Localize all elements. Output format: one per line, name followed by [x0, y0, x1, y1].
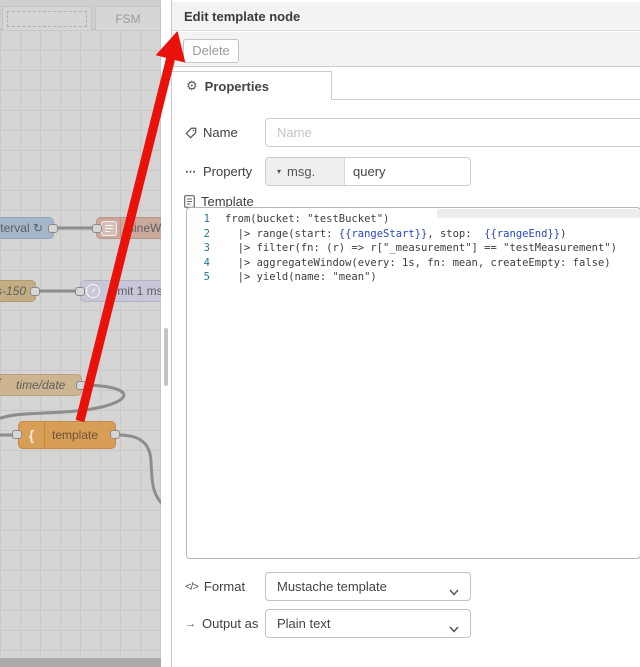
tab-properties[interactable]: ⚙ Properties	[172, 71, 332, 100]
flow-canvas: FSM interval ↻ sineWave s-150 limit 1 ms…	[0, 0, 161, 667]
code-lines: 1 from(bucket: "testBucket") 2 |> range(st…	[187, 212, 640, 285]
code-line: 3 |> filter(fn: (r) => r["_measurement"]…	[203, 242, 617, 255]
typed-input-type-button[interactable]: ▾ msg.	[266, 158, 345, 185]
chevron-down-icon	[449, 584, 459, 599]
delete-button[interactable]: Delete	[183, 39, 239, 63]
code-line: 1 from(bucket: "testBucket")	[203, 213, 390, 225]
node-port[interactable]	[92, 224, 102, 233]
arrow-right-icon: →	[185, 617, 196, 630]
edit-panel: Edit template node Delete ⚙ Properties N…	[171, 0, 640, 667]
function-icon: f	[0, 375, 9, 395]
code-line: 5 |> yield(name: "mean")	[203, 271, 377, 284]
node-port[interactable]	[76, 381, 86, 390]
node-port[interactable]	[75, 287, 85, 296]
canvas-scroll-gutter	[161, 0, 171, 667]
typed-input-prefix: msg.	[287, 164, 316, 179]
wires	[0, 226, 161, 505]
node-sinewave[interactable]: sineWave	[96, 217, 161, 239]
node-label: interval ↻	[0, 221, 43, 235]
code-line: 2 |> range(start: {{rangeStart}}, stop: …	[203, 227, 567, 240]
dialog-tab-row: ⚙ Properties	[172, 68, 640, 100]
format-label-text: Format	[203, 579, 246, 594]
code-line: 4 |> aggregateWindow(every: 1s, fn: mean…	[203, 256, 611, 269]
ellipsis-icon: ⋯	[185, 166, 197, 178]
tab-properties-label: Properties	[204, 78, 269, 94]
property-field-label: ⋯ Property	[185, 164, 252, 179]
tag-icon	[185, 127, 197, 139]
property-value-input[interactable]: query	[345, 158, 470, 185]
node-port[interactable]	[110, 430, 120, 439]
template-code-editor[interactable]: 1 from(bucket: "testBucket") 2 |> range(st…	[186, 207, 640, 559]
node-label: s-150	[0, 284, 26, 298]
format-select-value: Mustache template	[277, 579, 387, 594]
node-interval[interactable]: interval ↻	[0, 217, 54, 239]
format-field-label: </> Format	[185, 579, 245, 594]
node-timedate[interactable]: f time/date	[0, 374, 82, 396]
node-label: time/date	[16, 378, 66, 392]
chevron-down-icon	[449, 621, 459, 636]
node-port[interactable]	[48, 224, 58, 233]
name-input[interactable]	[265, 118, 640, 147]
node-label: template	[52, 428, 99, 442]
output-field-label: → Output as	[185, 616, 258, 631]
gear-icon: ⚙	[186, 78, 198, 93]
node-limit[interactable]: limit 1 ms	[80, 280, 161, 302]
format-select[interactable]: Mustache template	[265, 572, 471, 601]
node-label: limit 1 ms	[112, 284, 161, 298]
property-label-text: Property	[203, 164, 253, 179]
node-label: sineWave	[128, 221, 161, 235]
node-port[interactable]	[30, 287, 40, 296]
properties-form: Name ⋯ Property ▾ msg. query Template 1f…	[172, 100, 640, 667]
node-port[interactable]	[12, 430, 22, 439]
output-label-text: Output as	[202, 616, 259, 631]
template-brace-icon: {	[19, 422, 45, 448]
output-select[interactable]: Plain text	[265, 609, 471, 638]
vertical-scrollbar-thumb[interactable]	[164, 328, 168, 386]
property-typed-input: ▾ msg. query	[265, 157, 471, 186]
caret-down-icon: ▾	[277, 167, 282, 176]
dialog-title: Edit template node	[172, 2, 640, 31]
dialog-button-row: Delete	[172, 32, 640, 67]
code-brackets-icon: </>	[185, 580, 199, 593]
node-template[interactable]: { template	[18, 421, 116, 449]
name-field-label: Name	[185, 125, 238, 140]
name-label-text: Name	[203, 125, 238, 140]
output-select-value: Plain text	[277, 616, 331, 631]
